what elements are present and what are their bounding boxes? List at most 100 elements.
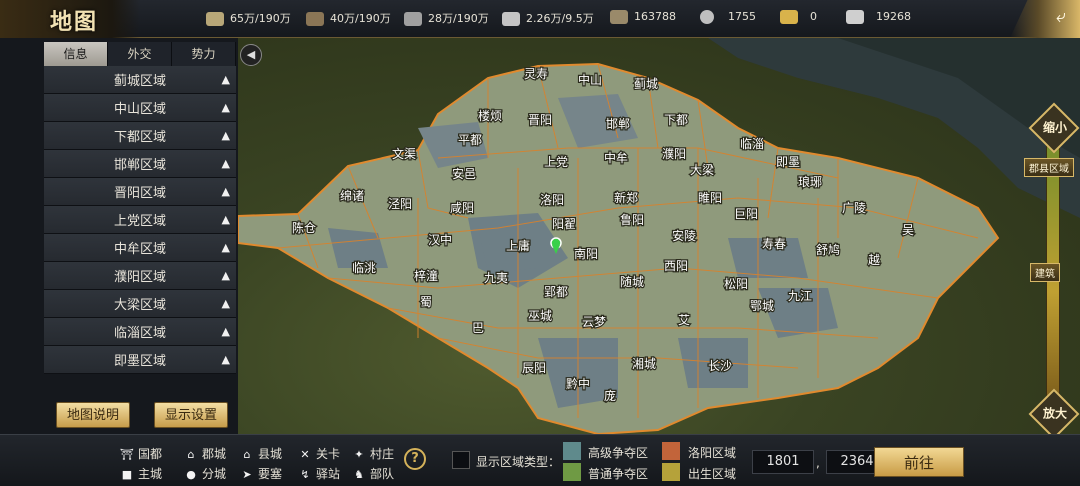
svg-text:濮阳: 濮阳 <box>662 146 686 161</box>
collapse-panel-button[interactable]: ◀ <box>240 44 262 66</box>
svg-text:九夷: 九夷 <box>484 270 508 285</box>
region-item[interactable]: 即墨区域 ▲ <box>44 346 236 374</box>
legend-pass: ✕ 关卡 <box>298 445 340 462</box>
svg-text:吴: 吴 <box>902 223 914 237</box>
svg-text:蜀: 蜀 <box>420 295 432 309</box>
svg-text:汉中: 汉中 <box>428 232 452 247</box>
resource-bar: 地图 65万/190万 40万/190万 28万/190万 2.26万/9.5万… <box>0 0 1080 38</box>
go-button[interactable]: 前往 <box>874 447 964 477</box>
show-region-type-checkbox[interactable] <box>452 451 470 469</box>
region-item[interactable]: 大梁区域 ▲ <box>44 290 236 318</box>
expand-triangle-icon: ▲ <box>221 241 230 254</box>
region-label: 濮阳区域 <box>113 270 166 285</box>
back-button[interactable]: ⤶ <box>1010 0 1080 38</box>
svg-text:广陵: 广陵 <box>842 201 866 215</box>
svg-text:泾阳: 泾阳 <box>388 197 412 211</box>
tab-forces[interactable]: 势力 <box>172 42 236 66</box>
region-item[interactable]: 邯郸区域 ▲ <box>44 150 236 178</box>
resource-gold: 0 <box>780 10 817 24</box>
svg-text:邯郸: 邯郸 <box>606 116 630 131</box>
main-city-icon: ■ <box>121 468 133 481</box>
stone-icon <box>404 12 422 26</box>
copper-icon <box>610 10 628 24</box>
tab-diplomacy[interactable]: 外交 <box>108 42 172 66</box>
svg-text:平都: 平都 <box>458 133 482 147</box>
region-label: 下都区域 <box>113 130 166 145</box>
luoyang-region-swatch <box>662 442 680 460</box>
pass-icon: ✕ <box>300 448 310 461</box>
coin-icon <box>700 10 714 24</box>
resource-wood: 40万/190万 <box>306 10 391 26</box>
svg-text:云梦: 云梦 <box>582 315 606 329</box>
svg-text:巫城: 巫城 <box>528 309 552 323</box>
high-contention-swatch <box>563 442 581 460</box>
capital-icon: ⛩ <box>120 448 134 461</box>
expand-triangle-icon: ▲ <box>221 185 230 198</box>
expand-triangle-icon: ▲ <box>221 129 230 142</box>
map-help-button[interactable]: 地图说明 <box>56 402 130 428</box>
post-station-icon: ↯ <box>300 468 310 481</box>
coord-x-input[interactable]: 1801 <box>752 450 814 474</box>
region-item[interactable]: 濮阳区域 ▲ <box>44 262 236 290</box>
region-label: 邯郸区域 <box>113 158 166 173</box>
branch-city-icon: ● <box>186 468 196 481</box>
expand-triangle-icon: ▲ <box>221 101 230 114</box>
region-item[interactable]: 蓟城区域 ▲ <box>44 66 236 94</box>
luoyang-region-label: 洛阳区域 <box>688 446 737 460</box>
birth-region-label: 出生区域 <box>688 467 737 481</box>
wood-icon <box>306 12 324 26</box>
legend-main-city: ■ 主城 <box>121 467 163 481</box>
svg-text:灵寿: 灵寿 <box>524 67 548 81</box>
region-item[interactable]: 临淄区域 ▲ <box>44 318 236 346</box>
fortress-icon: ➤ <box>242 468 252 481</box>
svg-text:琅琊: 琅琊 <box>798 174 822 189</box>
region-list[interactable]: 蓟城区域 ▲ 中山区域 ▲ 下都区域 ▲ 邯郸区域 ▲ 晋阳区域 ▲ 上党区域 ▲ 中牟区域… <box>44 66 236 374</box>
svg-text:晋阳: 晋阳 <box>528 113 552 127</box>
region-item[interactable]: 晋阳区域 ▲ <box>44 178 236 206</box>
resource-copper: 163788 <box>610 10 676 24</box>
zoom-handle-building[interactable]: 建筑 <box>1030 263 1060 282</box>
help-button[interactable]: ? <box>404 448 426 470</box>
svg-text:黔中: 黔中 <box>566 376 590 391</box>
legend-post-station: ↯ 驿站 <box>298 465 340 482</box>
expand-triangle-icon: ▲ <box>221 157 230 170</box>
svg-text:临淄: 临淄 <box>740 137 764 151</box>
expand-triangle-icon: ▲ <box>221 213 230 226</box>
svg-text:湘城: 湘城 <box>632 356 656 371</box>
normal-contention-label: 普通争夺区 <box>588 467 649 481</box>
map-canvas[interactable]: 灵寿 中山 蓟城 楼烦 晋阳 邯郸 下都 平都 文渠 上党 中牟 濮阳 临淄 即… <box>238 38 1080 434</box>
svg-text:安邑: 安邑 <box>452 166 476 181</box>
svg-text:洛阳: 洛阳 <box>540 192 564 207</box>
svg-text:中牟: 中牟 <box>604 150 628 165</box>
region-label: 蓟城区域 <box>113 74 166 89</box>
expand-triangle-icon: ▲ <box>221 269 230 282</box>
resource-coin: 1755 <box>700 10 756 24</box>
svg-text:睢阳: 睢阳 <box>698 191 722 205</box>
left-panel: 信息 外交 势力 ◀ 蓟城区域 ▲ 中山区域 ▲ 下都区域 ▲ 邯郸区域 ▲ 晋阳区域 ▲… <box>0 38 262 434</box>
region-item[interactable]: 下都区域 ▲ <box>44 122 236 150</box>
expand-triangle-icon: ▲ <box>221 353 230 366</box>
village-icon: ✦ <box>354 448 364 461</box>
expand-triangle-icon: ▲ <box>221 73 230 86</box>
region-item[interactable]: 中山区域 ▲ <box>44 94 236 122</box>
expand-triangle-icon: ▲ <box>221 325 230 338</box>
legend-village: ✦ 村庄 <box>352 445 394 462</box>
resource-iron: 2.26万/9.5万 <box>502 10 594 26</box>
svg-text:文渠: 文渠 <box>392 146 416 161</box>
region-label: 中山区域 <box>113 102 166 117</box>
world-map[interactable]: 灵寿 中山 蓟城 楼烦 晋阳 邯郸 下都 平都 文渠 上党 中牟 濮阳 临淄 即… <box>238 38 1080 434</box>
region-item[interactable]: 上党区域 ▲ <box>44 206 236 234</box>
tab-info[interactable]: 信息 <box>44 42 108 66</box>
county-icon: ⌂ <box>243 448 251 461</box>
region-item[interactable]: 中牟区域 ▲ <box>44 234 236 262</box>
region-label: 大梁区域 <box>113 298 166 313</box>
commandery-icon: ⌂ <box>187 448 195 461</box>
gold-ingot-icon <box>780 10 798 24</box>
svg-text:西阳: 西阳 <box>664 259 688 273</box>
return-arrow-icon: ⤶ <box>1055 6 1066 27</box>
display-settings-button[interactable]: 显示设置 <box>154 402 228 428</box>
svg-text:鲁阳: 鲁阳 <box>620 213 644 227</box>
svg-text:咸阳: 咸阳 <box>450 201 474 215</box>
resource-silver: 19268 <box>846 10 911 24</box>
svg-text:临洮: 临洮 <box>352 261 376 275</box>
